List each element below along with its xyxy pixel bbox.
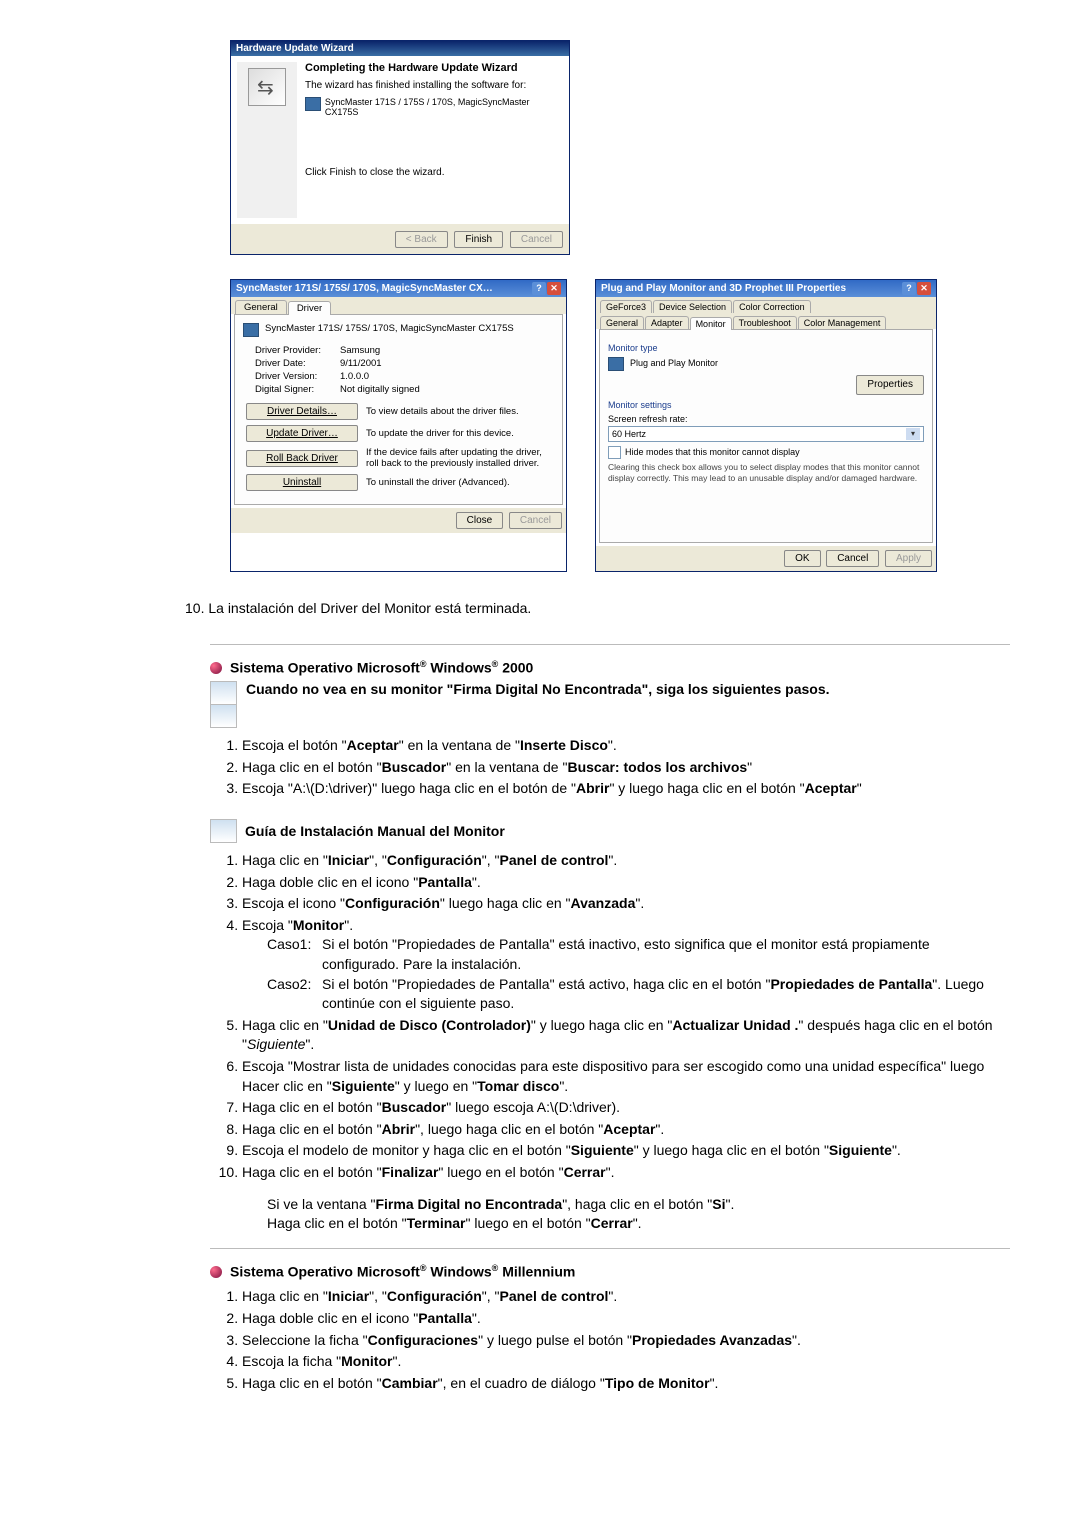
back-button: < Back	[395, 231, 448, 248]
monitor-icon	[243, 323, 259, 337]
apply-button: Apply	[885, 550, 932, 567]
tab-geforce[interactable]: GeForce3	[600, 300, 652, 313]
monitor-settings-group: Monitor settings	[608, 399, 924, 412]
driver-details-desc: To view details about the driver files.	[366, 406, 554, 417]
w2000-sig-steps: Escoja el botón "Aceptar" en la ventana …	[222, 736, 1010, 799]
wizard-sidebar	[237, 62, 297, 218]
driver-properties-dialog: SyncMaster 171S/ 175S/ 170S, MagicSyncMa…	[230, 279, 567, 572]
wme-steps: Haga clic en "Iniciar", "Configuración",…	[222, 1287, 1010, 1393]
wizard-click-finish: Click Finish to close the wizard.	[305, 167, 563, 178]
date-label: Driver Date:	[255, 358, 340, 369]
monitor-icon	[305, 97, 321, 111]
hide-modes-help: Clearing this check box allows you to se…	[608, 462, 924, 483]
dialog-thumbnail-icon	[210, 819, 237, 843]
tab-general[interactable]: General	[600, 316, 644, 329]
bullet-icon	[210, 1266, 222, 1278]
hide-modes-checkbox[interactable]	[608, 446, 621, 459]
refresh-value: 60 Hertz	[612, 428, 646, 441]
help-icon[interactable]: ?	[902, 282, 916, 295]
separator	[210, 644, 1010, 645]
chevron-down-icon: ▾	[906, 428, 920, 440]
hardware-update-wizard-dialog: Hardware Update Wizard Completing the Ha…	[230, 40, 570, 255]
version-value: 1.0.0.0	[340, 371, 369, 382]
tab-color-correction[interactable]: Color Correction	[733, 300, 811, 313]
monitor-type-group: Monitor type	[608, 342, 924, 355]
update-driver-desc: To update the driver for this device.	[366, 428, 554, 439]
tab-color-management[interactable]: Color Management	[798, 316, 887, 329]
bullet-icon	[210, 662, 222, 674]
monitor-name: Plug and Play Monitor	[630, 357, 924, 370]
manual-guide-title: Guía de Instalación Manual del Monitor	[245, 823, 505, 839]
provider-value: Samsung	[340, 345, 380, 356]
tab-driver[interactable]: Driver	[288, 301, 331, 315]
signer-value: Not digitally signed	[340, 384, 420, 395]
roll-back-button[interactable]: Roll Back Driver	[246, 450, 358, 467]
hide-modes-label: Hide modes that this monitor cannot disp…	[625, 446, 800, 459]
cancel-button[interactable]: Cancel	[826, 550, 879, 567]
manual-steps: Haga clic en "Iniciar", "Configuración",…	[222, 851, 1010, 1234]
os-title-wme: Sistema Operativo Microsoft® Windows® Mi…	[230, 1263, 575, 1280]
finish-button[interactable]: Finish	[454, 231, 503, 248]
version-label: Driver Version:	[255, 371, 340, 382]
refresh-label: Screen refresh rate:	[608, 413, 924, 426]
uninstall-button[interactable]: Uninstall	[246, 474, 358, 491]
wizard-line: The wizard has finished installing the s…	[305, 80, 563, 91]
pnp-monitor-properties-dialog: Plug and Play Monitor and 3D Prophet III…	[595, 279, 937, 572]
dialog-thumbnail-icon	[210, 704, 237, 728]
close-icon[interactable]: ✕	[547, 282, 561, 295]
roll-back-desc: If the device fails after updating the d…	[366, 447, 554, 469]
separator	[210, 1248, 1010, 1249]
ok-button[interactable]: OK	[784, 550, 820, 567]
pnp-title: Plug and Play Monitor and 3D Prophet III…	[601, 283, 846, 294]
refresh-rate-select[interactable]: 60 Hertz ▾	[608, 426, 924, 443]
help-icon[interactable]: ?	[532, 282, 546, 295]
wizard-heading: Completing the Hardware Update Wizard	[305, 62, 563, 74]
provider-label: Driver Provider:	[255, 345, 340, 356]
dialog-thumbnail-icon	[210, 681, 237, 705]
tab-monitor[interactable]: Monitor	[690, 317, 732, 330]
tab-troubleshoot[interactable]: Troubleshoot	[733, 316, 797, 329]
update-driver-button[interactable]: Update Driver…	[246, 425, 358, 442]
step-10-text: 10. La instalación del Driver del Monito…	[185, 600, 1010, 616]
props-title: SyncMaster 171S/ 175S/ 170S, MagicSyncMa…	[236, 283, 493, 294]
cancel-button: Cancel	[509, 512, 562, 529]
wizard-icon	[248, 68, 286, 106]
signer-label: Digital Signer:	[255, 384, 340, 395]
tab-device-selection[interactable]: Device Selection	[653, 300, 732, 313]
cancel-button: Cancel	[510, 231, 563, 248]
monitor-icon	[608, 357, 624, 371]
props-device: SyncMaster 171S/ 175S/ 170S, MagicSyncMa…	[265, 323, 514, 337]
properties-button[interactable]: Properties	[856, 375, 924, 395]
close-button[interactable]: Close	[456, 512, 504, 529]
tab-adapter[interactable]: Adapter	[645, 316, 689, 329]
driver-details-button[interactable]: Driver Details…	[246, 403, 358, 420]
wizard-title-bar: Hardware Update Wizard	[231, 41, 569, 56]
uninstall-desc: To uninstall the driver (Advanced).	[366, 477, 554, 488]
close-icon[interactable]: ✕	[917, 282, 931, 295]
signature-note: Cuando no vea en su monitor "Firma Digit…	[246, 681, 830, 697]
os-title-w2000: Sistema Operativo Microsoft® Windows® 20…	[230, 659, 533, 676]
tab-general[interactable]: General	[235, 300, 287, 314]
date-value: 9/11/2001	[340, 358, 382, 369]
wizard-device-name: SyncMaster 171S / 175S / 170S, MagicSync…	[325, 97, 563, 117]
